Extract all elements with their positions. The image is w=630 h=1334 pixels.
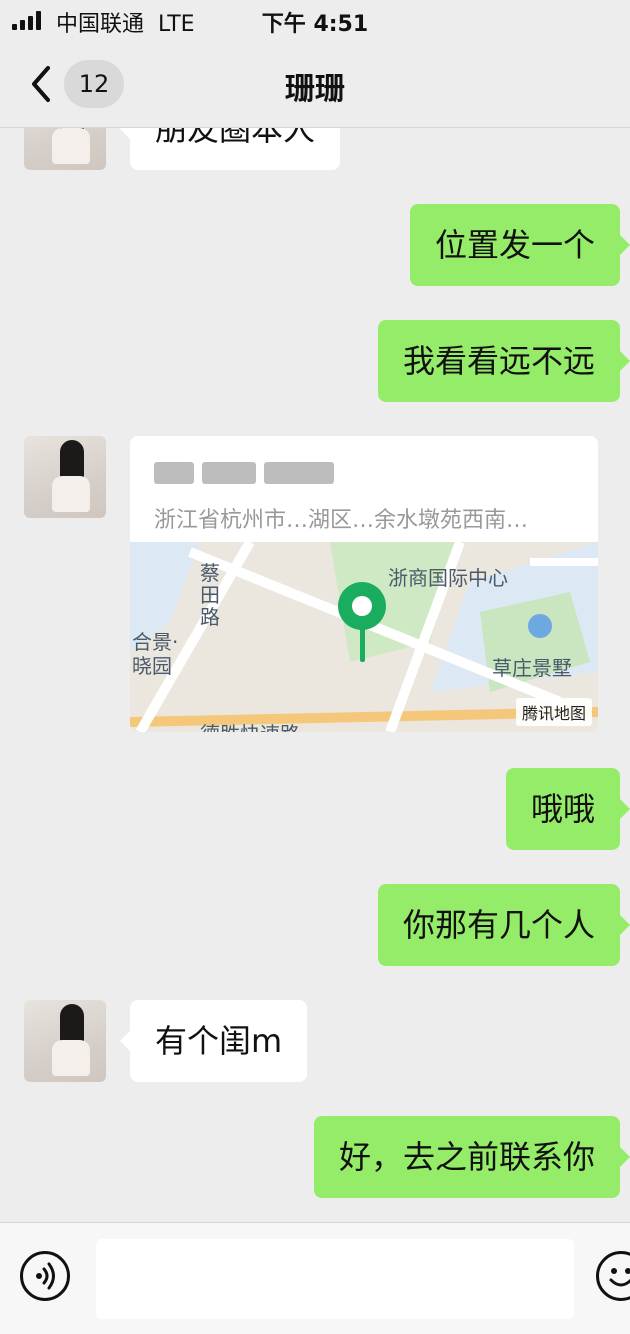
chat-title: 珊珊 (285, 72, 345, 107)
map-label: 蔡田路 (200, 561, 220, 629)
message-bubble-incoming[interactable]: 朋友圈本人 (119, 128, 341, 170)
location-map[interactable]: 浙商国际中心 草庄景墅 合景·晓园 蔡田路 德胜快速路 腾讯地图 (130, 542, 598, 732)
location-address: 浙江省杭州市…湖区…余水墩苑西南… (154, 508, 529, 533)
message-bubble-outgoing[interactable]: 哦哦 (505, 768, 630, 850)
map-label: 草庄景墅 (492, 656, 572, 680)
voice-input-button[interactable] (20, 1251, 70, 1301)
location-title-redacted (154, 452, 354, 488)
status-time: 下午 4:51 (261, 12, 369, 37)
contact-avatar[interactable] (24, 436, 106, 518)
emoji-icon (609, 1268, 630, 1287)
location-card[interactable]: 浙江省杭州市…湖区…余水墩苑西南… 浙商国际中心 草庄景墅 合景·晓园 蔡田路 … (130, 436, 598, 732)
message-bubble-outgoing[interactable]: 位置发一个 (409, 204, 630, 286)
message-input[interactable] (96, 1239, 574, 1319)
voice-icon (36, 1262, 55, 1290)
message-list[interactable]: 朋友圈本人 位置发一个 我看看远不远 浙江省杭州市…湖区…余水墩苑西南… 浙商国… (0, 128, 630, 1222)
message-bubble-incoming[interactable]: 有个闺m (119, 1000, 308, 1082)
contact-avatar[interactable] (24, 128, 106, 170)
map-label: 合景·晓园 (132, 630, 179, 678)
message-bubble-outgoing[interactable]: 好，去之前联系你 (313, 1116, 630, 1198)
map-label: 德胜快速路 (200, 718, 300, 732)
message-bubble-outgoing[interactable]: 你那有几个人 (377, 884, 630, 966)
contact-avatar[interactable] (24, 1000, 106, 1082)
map-label: 浙商国际中心 (388, 566, 508, 590)
status-bar: 中国联通 LTE 下午 4:51 (0, 0, 630, 44)
chat-header: 12 珊珊 (0, 44, 630, 128)
input-bar (0, 1222, 630, 1334)
emoji-button[interactable] (596, 1251, 630, 1301)
map-brand-logo: 腾讯地图 (515, 698, 592, 726)
message-bubble-outgoing[interactable]: 我看看远不远 (377, 320, 630, 402)
